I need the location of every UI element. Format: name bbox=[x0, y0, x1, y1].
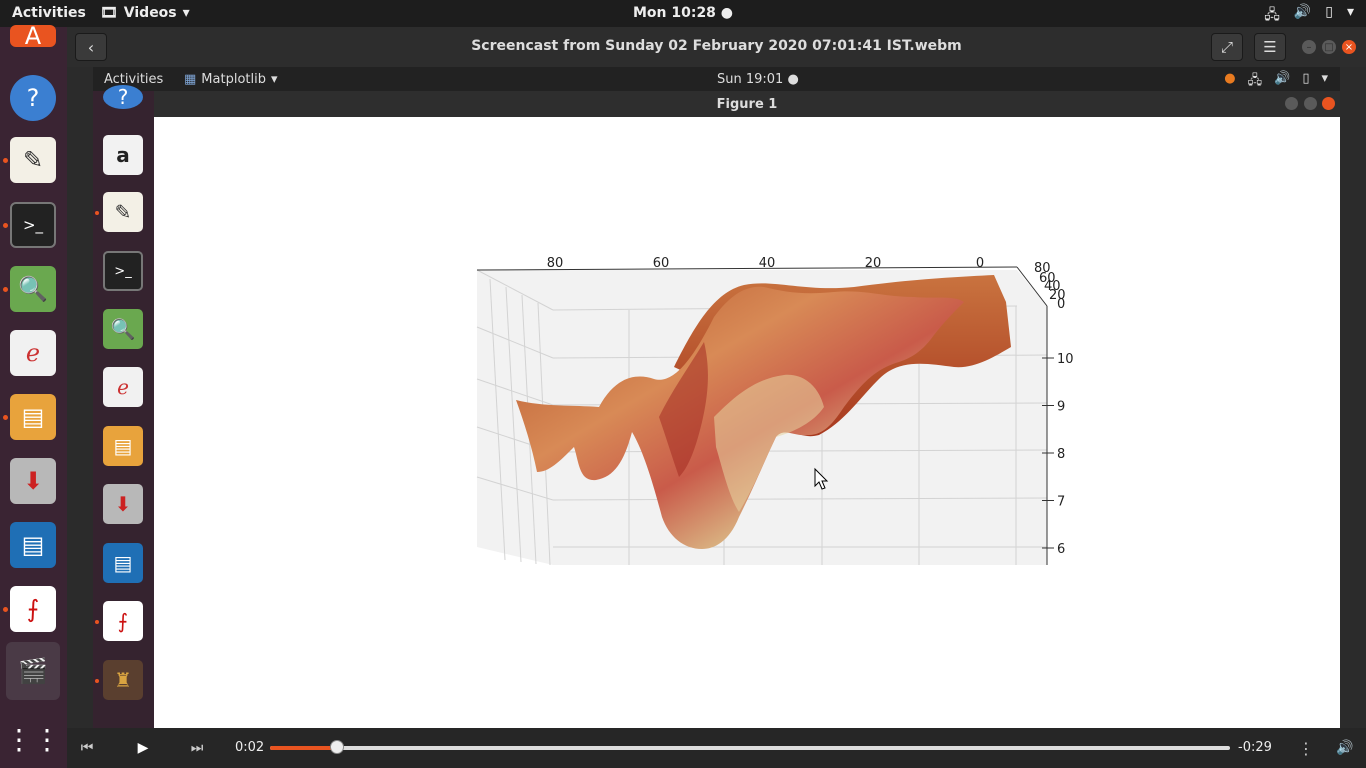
x-tick-label: 60 bbox=[653, 256, 670, 271]
x-tick-label: 20 bbox=[865, 256, 882, 271]
chevron-down-icon: ▾ bbox=[270, 72, 278, 87]
inner-maximize-icon bbox=[1304, 97, 1317, 110]
player-header: ‹ Screencast from Sunday 02 February 202… bbox=[67, 27, 1366, 67]
help-icon[interactable]: ? bbox=[10, 75, 56, 121]
video-frame[interactable]: Activities ▦ Matplotlib ▾ Sun 19:01 ● ● … bbox=[93, 67, 1340, 728]
playback-controls: ⏮ ▶ ⏭ 0:02 -0:29 ⋮ 🔊 bbox=[67, 728, 1366, 768]
text-editor-icon: ✎ bbox=[103, 192, 143, 232]
z-tick-label: 7 bbox=[1057, 495, 1065, 510]
pdf-icon: ⨍ bbox=[103, 601, 143, 641]
terminal-icon[interactable]: >_ bbox=[10, 202, 56, 248]
app-menu[interactable]: 🎞 Videos ▾ bbox=[100, 5, 190, 21]
image-viewer-icon[interactable]: 🔍 bbox=[10, 266, 56, 312]
inner-activities: Activities bbox=[104, 72, 164, 87]
inner-dock: ? a ✎ >_ 🔍 ℯ ▤ ⬇ ▤ ⨍ ♜ bbox=[93, 85, 154, 728]
inner-minimize-icon bbox=[1285, 97, 1298, 110]
fullscreen-icon: ⤢ bbox=[1220, 38, 1233, 56]
network-icon: 🖧 bbox=[1264, 7, 1280, 23]
videos-icon[interactable]: 🎬 bbox=[6, 642, 60, 700]
impress-icon[interactable]: ▤ bbox=[10, 394, 56, 440]
menu-button[interactable]: ☰ bbox=[1254, 33, 1286, 61]
matplotlib-icon: ▦ bbox=[184, 72, 197, 87]
top-bar: Activities 🎞 Videos ▾ Mon 10:28 ● 🖧 🔊 ▯ … bbox=[0, 0, 1366, 27]
minimize-button[interactable]: – bbox=[1302, 40, 1316, 54]
document-viewer-icon: ℯ bbox=[103, 367, 143, 407]
hamburger-icon: ☰ bbox=[1263, 38, 1277, 56]
system-tray[interactable]: 🖧 🔊 ▯ ▾ bbox=[1264, 4, 1354, 28]
text-editor-icon[interactable]: ✎ bbox=[10, 137, 56, 183]
help-icon: ? bbox=[103, 85, 143, 109]
z-tick-label: 8 bbox=[1057, 447, 1065, 462]
x-tick-label: 40 bbox=[759, 256, 776, 271]
vertical-dots-icon: ⋮ bbox=[1298, 738, 1314, 758]
recording-indicator-icon: ● bbox=[1224, 71, 1236, 86]
figure-titlebar: Figure 1 bbox=[154, 91, 1340, 117]
z-tick-label: 10 bbox=[1057, 352, 1074, 367]
skip-forward-icon: ⏭ bbox=[190, 740, 204, 756]
dock: A ? ✎ >_ 🔍 ℯ ▤ ⬇ ▤ ⨍ 🎬 ⋮⋮ bbox=[0, 22, 67, 768]
figure-canvas[interactable]: 80 60 40 20 0 80 60 40 20 0 10 9 8 7 6 bbox=[154, 117, 1340, 728]
skip-back-icon: ⏮ bbox=[80, 740, 94, 756]
document-viewer-icon[interactable]: ℯ bbox=[10, 330, 56, 376]
surface-plot[interactable]: 80 60 40 20 0 806040200 109876 bbox=[154, 117, 1340, 728]
inner-app-label: Matplotlib bbox=[201, 72, 266, 87]
volume-button[interactable]: 🔊 bbox=[1333, 738, 1357, 758]
pdf-icon[interactable]: ⨍ bbox=[10, 586, 56, 632]
seek-bar[interactable] bbox=[270, 740, 1230, 754]
network-icon: 🖧 bbox=[1247, 73, 1263, 88]
videos-app-icon: 🎞 bbox=[100, 5, 118, 21]
chevron-down-icon: ▾ bbox=[1321, 71, 1328, 86]
inner-app-menu: ▦ Matplotlib ▾ bbox=[184, 72, 278, 87]
more-options-button[interactable]: ⋮ bbox=[1294, 738, 1318, 758]
skip-back-button[interactable]: ⏮ bbox=[75, 738, 99, 758]
z-tick-label: 9 bbox=[1057, 400, 1065, 415]
software-icon[interactable]: A bbox=[10, 22, 56, 50]
clock[interactable]: Mon 10:28 ● bbox=[633, 5, 733, 21]
maximize-button[interactable]: □ bbox=[1322, 40, 1336, 54]
seek-handle[interactable] bbox=[330, 740, 345, 754]
app-menu-label: Videos bbox=[123, 5, 177, 21]
amazon-icon: a bbox=[103, 135, 143, 175]
inner-top-bar: Activities ▦ Matplotlib ▾ Sun 19:01 ● ● … bbox=[93, 67, 1340, 91]
x-tick-label: 0 bbox=[976, 256, 984, 271]
battery-icon: ▯ bbox=[1325, 4, 1333, 20]
figure-title: Figure 1 bbox=[716, 97, 778, 112]
writer-icon: ▤ bbox=[103, 543, 143, 583]
inner-tray: ● 🖧 🔊 ▯ ▾ bbox=[1224, 71, 1328, 93]
remaining-time: -0:29 bbox=[1238, 740, 1272, 755]
impress-icon: ▤ bbox=[103, 426, 143, 466]
terminal-icon: >_ bbox=[103, 251, 143, 291]
writer-icon[interactable]: ▤ bbox=[10, 522, 56, 568]
skip-forward-button[interactable]: ⏭ bbox=[185, 738, 209, 758]
fullscreen-button[interactable]: ⤢ bbox=[1211, 33, 1243, 61]
y-tick-label: 0 bbox=[1057, 297, 1065, 312]
seek-bar-fill bbox=[270, 746, 338, 750]
close-button[interactable]: × bbox=[1342, 40, 1356, 54]
battery-icon: ▯ bbox=[1302, 71, 1310, 86]
python-app-icon: ♜ bbox=[103, 660, 143, 700]
volume-icon: 🔊 bbox=[1336, 740, 1354, 756]
x-tick-label: 80 bbox=[547, 256, 564, 271]
chevron-down-icon: ▾ bbox=[182, 5, 190, 21]
play-button[interactable]: ▶ bbox=[131, 738, 155, 758]
image-viewer-icon: 🔍 bbox=[103, 309, 143, 349]
elapsed-time: 0:02 bbox=[235, 740, 265, 755]
volume-icon: 🔊 bbox=[1293, 4, 1312, 20]
installer-icon[interactable]: ⬇ bbox=[10, 458, 56, 504]
inner-close-icon bbox=[1322, 97, 1335, 110]
volume-icon: 🔊 bbox=[1274, 71, 1291, 86]
video-title: Screencast from Sunday 02 February 2020 … bbox=[471, 38, 962, 54]
activities-button[interactable]: Activities bbox=[12, 5, 86, 21]
show-apps-icon[interactable]: ⋮⋮ bbox=[5, 716, 61, 762]
z-tick-label: 6 bbox=[1057, 542, 1065, 557]
installer-icon: ⬇ bbox=[103, 484, 143, 524]
play-icon: ▶ bbox=[137, 740, 149, 756]
inner-clock: Sun 19:01 ● bbox=[717, 72, 799, 87]
chevron-down-icon: ▾ bbox=[1346, 4, 1354, 20]
